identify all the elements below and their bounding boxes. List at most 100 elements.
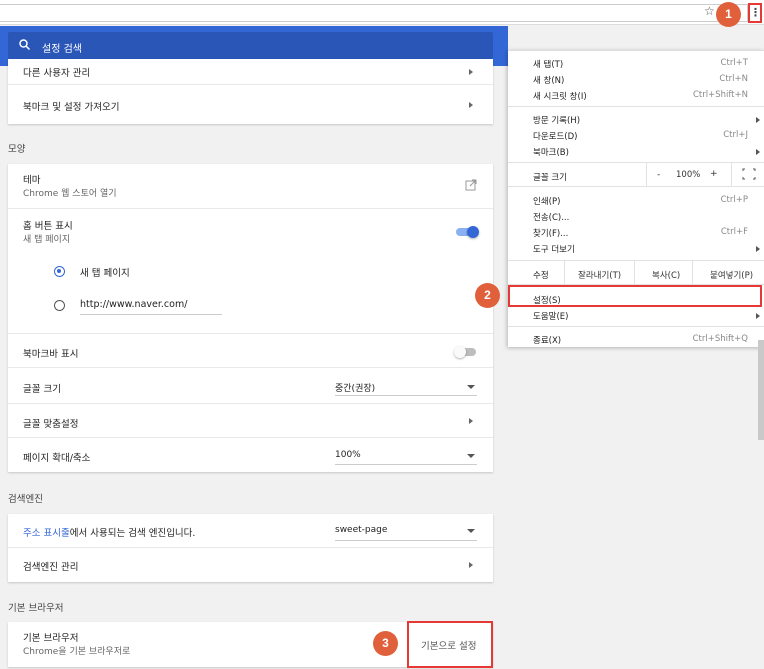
import-bookmarks-row[interactable]: 북마크 및 설정 가져오기	[8, 85, 493, 124]
menu-exit-shortcut: Ctrl+Shift+Q	[692, 334, 748, 344]
chevron-right-icon	[469, 418, 473, 424]
menu-new-window[interactable]: 새 창(N)	[533, 74, 564, 86]
radio-url[interactable]	[54, 300, 65, 311]
browser-toolbar: ☆ ⋮	[0, 0, 764, 25]
manage-others-label: 다른 사용자 관리	[23, 68, 91, 79]
zoom-value: 100%	[676, 170, 701, 180]
font-custom-label: 글꼴 맞춤설정	[23, 419, 79, 430]
chevron-right-icon	[469, 102, 473, 108]
menu-exit[interactable]: 종료(X)	[533, 334, 561, 346]
menu-history[interactable]: 방문 기록(H)	[533, 114, 580, 126]
bookmarks-bar-toggle[interactable]	[454, 345, 478, 359]
omnibox-link[interactable]: 주소 표시줄	[23, 528, 70, 539]
external-link-icon[interactable]	[465, 179, 477, 191]
zoom-controls: - 100% +	[646, 162, 764, 186]
menu-edit-divider	[564, 260, 565, 284]
appearance-card: 테마 Chrome 웹 스토어 열기 홈 버튼 표시 새 탭 페이지 새 탭 페…	[8, 164, 493, 472]
chevron-down-icon	[467, 529, 475, 533]
chevron-right-icon	[756, 149, 760, 155]
menu-paste[interactable]: 붙여넣기(P)	[710, 269, 753, 281]
home-button-toggle[interactable]	[456, 225, 480, 239]
menu-new-window-shortcut: Ctrl+N	[719, 74, 748, 84]
kebab-menu-icon[interactable]: ⋮	[748, 3, 762, 23]
menu-divider	[508, 186, 764, 187]
bookmarks-bar-label: 북마크바 표시	[23, 349, 79, 360]
menu-downloads[interactable]: 다운로드(D)	[533, 130, 577, 142]
search-engine-desc: 주소 표시줄에서 사용되는 검색 엔진입니다.	[23, 525, 195, 539]
font-size-label: 글꼴 크기	[23, 384, 61, 395]
menu-help[interactable]: 도움말(E)	[533, 310, 568, 322]
theme-row[interactable]: 테마 Chrome 웹 스토어 열기	[8, 164, 493, 209]
default-browser-section-title: 기본 브라우저	[8, 603, 64, 614]
search-input[interactable]: 설정 검색	[8, 32, 493, 59]
menu-incognito[interactable]: 새 시크릿 창(I)	[533, 90, 587, 102]
zoom-out-button[interactable]: -	[657, 170, 660, 180]
url-field-underline	[80, 314, 222, 315]
theme-sublabel: Chrome 웹 스토어 열기	[23, 189, 117, 199]
font-size-dropdown[interactable]: 중간(권장)	[335, 381, 375, 394]
search-engine-dropdown[interactable]: sweet-page	[335, 525, 387, 535]
search-engine-row: 주소 표시줄에서 사용되는 검색 엔진입니다. sweet-page	[8, 514, 493, 548]
menu-downloads-shortcut: Ctrl+J	[723, 130, 748, 140]
dropdown-underline	[335, 540, 477, 541]
step-badge-2: 2	[475, 283, 500, 308]
step-badge-1: 1	[716, 2, 741, 27]
chevron-right-icon	[756, 313, 760, 319]
zoom-in-button[interactable]: +	[710, 169, 718, 179]
address-bar[interactable]	[0, 4, 748, 22]
dropdown-underline	[335, 464, 477, 465]
menu-divider	[508, 260, 764, 261]
menu-new-tab[interactable]: 새 탭(T)	[533, 58, 563, 70]
import-bookmarks-label: 북마크 및 설정 가져오기	[23, 102, 120, 113]
home-button-label: 홈 버튼 표시	[23, 221, 73, 232]
menu-more-tools[interactable]: 도구 더보기	[533, 243, 575, 255]
fullscreen-icon[interactable]	[731, 162, 764, 186]
menu-new-tab-shortcut: Ctrl+T	[720, 58, 748, 68]
zoom-row: 페이지 확대/축소 100%	[8, 438, 493, 472]
menu-edit-label: 수정	[533, 271, 549, 281]
menu-edit-divider	[634, 260, 635, 284]
page-scrollbar[interactable]	[758, 340, 764, 440]
chevron-down-icon	[467, 454, 475, 458]
search-icon	[19, 39, 31, 51]
manage-engines-label: 검색엔진 관리	[23, 562, 79, 573]
font-size-row: 글꼴 크기 중간(권장)	[8, 368, 493, 404]
chevron-right-icon	[756, 117, 760, 123]
menu-find-shortcut: Ctrl+F	[720, 227, 748, 237]
chevron-down-icon	[467, 385, 475, 389]
menu-copy[interactable]: 복사(C)	[652, 269, 680, 281]
menu-cut[interactable]: 잘라내기(T)	[578, 269, 621, 281]
search-engine-desc-text: 에서 사용되는 검색 엔진입니다.	[69, 528, 196, 539]
search-placeholder: 설정 검색	[42, 44, 82, 55]
default-button-highlight	[407, 621, 493, 668]
menu-cast[interactable]: 전송(C)...	[533, 211, 569, 223]
home-button-sublabel: 새 탭 페이지	[23, 235, 71, 245]
manage-engines-row[interactable]: 검색엔진 관리	[8, 548, 493, 582]
search-engine-card: 주소 표시줄에서 사용되는 검색 엔진입니다. sweet-page 검색엔진 …	[8, 514, 493, 582]
settings-highlight	[508, 285, 762, 307]
zoom-dropdown[interactable]: 100%	[335, 450, 361, 460]
star-icon[interactable]: ☆	[704, 4, 715, 18]
radio-newtab-label: 새 탭 페이지	[80, 268, 130, 279]
manage-others-row[interactable]: 다른 사용자 관리	[8, 59, 493, 85]
bookmarks-bar-row: 북마크바 표시	[8, 334, 493, 368]
menu-edit-divider	[692, 260, 693, 284]
chevron-right-icon	[469, 69, 473, 75]
radio-newtab[interactable]	[54, 266, 65, 277]
chevron-right-icon	[469, 562, 473, 568]
step-badge-3: 3	[373, 631, 398, 656]
default-browser-label: 기본 브라우저	[23, 633, 79, 644]
appearance-section-title: 모양	[8, 144, 26, 155]
menu-find[interactable]: 찾기(F)...	[533, 227, 568, 239]
menu-divider	[508, 106, 764, 107]
menu-print-shortcut: Ctrl+P	[720, 195, 748, 205]
menu-zoom-label: 글꼴 크기	[533, 173, 567, 183]
menu-print[interactable]: 인쇄(P)	[533, 195, 560, 207]
people-card: 다른 사용자 관리 북마크 및 설정 가져오기	[8, 59, 493, 124]
font-custom-row[interactable]: 글꼴 맞춤설정	[8, 404, 493, 438]
theme-label: 테마	[23, 175, 41, 186]
menu-bookmarks[interactable]: 북마크(B)	[533, 146, 569, 158]
menu-incognito-shortcut: Ctrl+Shift+N	[692, 90, 748, 100]
default-browser-sublabel: Chrome을 기본 브라우저로	[23, 647, 131, 657]
url-field[interactable]: http://www.naver.com/	[80, 299, 187, 310]
